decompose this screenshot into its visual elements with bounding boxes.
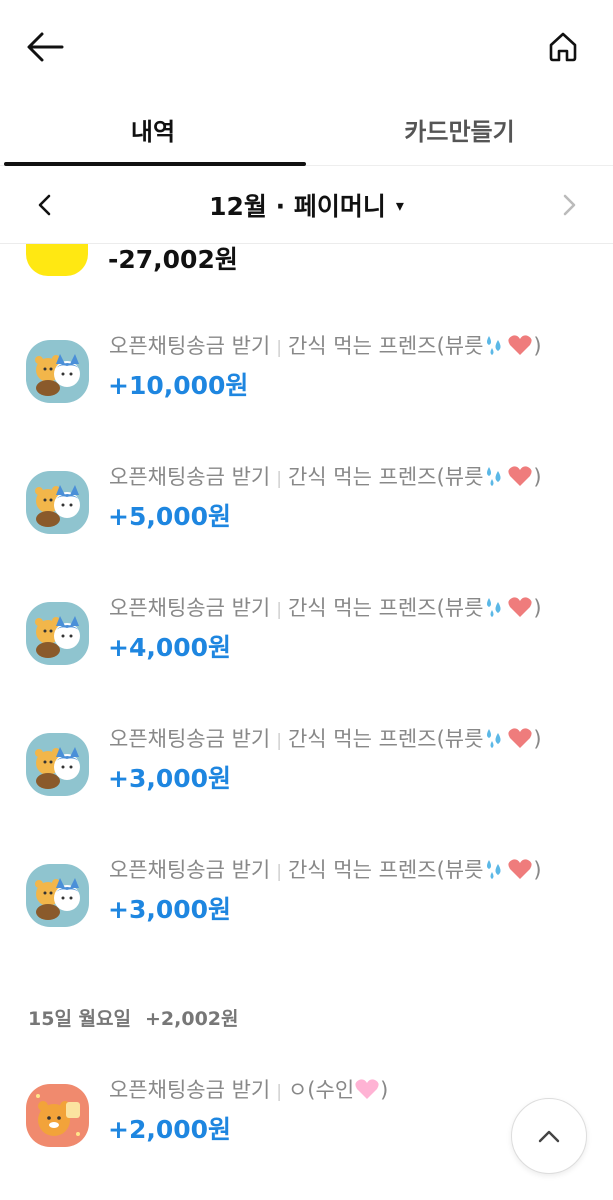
month-selector: 12월 · 페이머니 ▾ [0,166,613,244]
heart-emoji [507,465,533,492]
chevron-left-icon [38,194,51,216]
top-app-bar [0,0,613,92]
heart-emoji [507,727,533,754]
sweat-drops-emoji [483,727,507,754]
transaction-amount: -27,002원 [108,245,238,274]
counterparty-name: 간식 먹는 프렌즈(뷰릇 [287,596,484,620]
tab-make-card[interactable]: 카드만들기 [306,92,613,166]
sweat-drops-emoji [483,596,507,623]
home-button[interactable] [540,24,586,70]
separator: | [276,862,282,882]
friends-avatar-icon [26,1084,89,1147]
transaction-row[interactable]: 오픈채팅송금 받기 | 간식 먹는 프렌즈(뷰릇) +3,000원 [0,854,613,954]
separator: | [276,600,282,620]
sweat-drops-emoji [483,465,507,492]
separator: | [276,469,282,489]
transaction-title: 오픈채팅송금 받기 [109,1078,271,1102]
next-month-button[interactable] [550,186,588,224]
sweat-drops-emoji [483,858,507,885]
date-label: 15일 월요일 [28,1008,131,1030]
counterparty-name: 간식 먹는 프렌즈(뷰릇 [287,727,484,751]
chevron-up-icon [538,1130,560,1143]
transaction-description: 오픈채팅송금 받기 | 간식 먹는 프렌즈(뷰릇) [109,723,542,754]
date-group-header: 15일 월요일 +2,002원 [28,1004,238,1031]
transaction-title: 오픈채팅송금 받기 [109,334,271,358]
friends-avatar-icon [26,864,89,927]
transaction-list: -27,002원 오픈채팅송금 받기 | 간식 먹는 프렌즈(뷰릇) +10,000… [0,244,613,1200]
transaction-amount: +3,000원 [108,895,232,924]
transaction-title: 오픈채팅송금 받기 [109,858,271,882]
pink-heart-emoji [354,1078,380,1105]
transaction-description: 오픈채팅송금 받기 | 간식 먹는 프렌즈(뷰릇) [109,330,542,361]
friends-avatar-icon [26,602,89,665]
transaction-description: 오픈채팅송금 받기 | 간식 먹는 프렌즈(뷰릇) [109,592,542,623]
transaction-row[interactable]: 오픈채팅송금 받기 | 간식 먹는 프렌즈(뷰릇) +3,000원 [0,723,613,823]
transaction-row[interactable]: 오픈채팅송금 받기 | 간식 먹는 프렌즈(뷰릇) +4,000원 [0,592,613,692]
counterparty-name: 간식 먹는 프렌즈(뷰릇 [287,334,484,358]
transaction-amount: +5,000원 [108,502,232,531]
scroll-to-top-button[interactable] [511,1098,587,1174]
transaction-description: 오픈채팅송금 받기 | 간식 먹는 프렌즈(뷰릇) [109,854,542,885]
sweat-drops-emoji [483,334,507,361]
heart-emoji [507,334,533,361]
transaction-title: 오픈채팅송금 받기 [109,727,271,751]
month-dropdown[interactable]: 12월 · 페이머니 ▾ [160,166,453,244]
kakaopay-icon [26,244,88,276]
heart-emoji [507,858,533,885]
home-icon [549,32,577,62]
transaction-description: 오픈채팅송금 받기 | 간식 먹는 프렌즈(뷰릇) [109,461,542,492]
counterparty-name: 간식 먹는 프렌즈(뷰릇 [287,858,484,882]
back-button[interactable] [22,24,68,70]
month-label: 12월 · 페이머니 [209,192,386,221]
separator: | [276,1082,282,1102]
friends-avatar-icon [26,471,89,534]
transaction-title: 오픈채팅송금 받기 [109,596,271,620]
transaction-amount: +2,000원 [108,1115,232,1144]
heart-emoji [507,596,533,623]
transaction-amount: +10,000원 [108,371,249,400]
transaction-amount: +4,000원 [108,633,232,662]
previous-month-button[interactable] [26,186,64,224]
friends-avatar-icon [26,340,89,403]
transaction-title: 오픈채팅송금 받기 [109,465,271,489]
separator: | [276,338,282,358]
caret-down-icon: ▾ [395,195,404,215]
transaction-amount: +3,000원 [108,764,232,793]
tab-bar: 내역 카드만들기 [0,92,613,166]
transaction-row[interactable]: 오픈채팅송금 받기 | 간식 먹는 프렌즈(뷰릇) +5,000원 [0,461,613,561]
friends-avatar-icon [26,733,89,796]
separator: | [276,731,282,751]
chevron-right-icon [563,194,576,216]
transaction-description: 오픈채팅송금 받기 | ㅇ(수인) [109,1074,388,1105]
tab-history[interactable]: 내역 [0,92,306,166]
transaction-row[interactable]: 오픈채팅송금 받기 | 간식 먹는 프렌즈(뷰릇) +10,000원 [0,330,613,430]
daily-total: +2,002원 [144,1008,239,1030]
counterparty-name: ㅇ(수인 [287,1078,355,1102]
counterparty-name: 간식 먹는 프렌즈(뷰릇 [287,465,484,489]
back-arrow-icon [27,32,64,62]
